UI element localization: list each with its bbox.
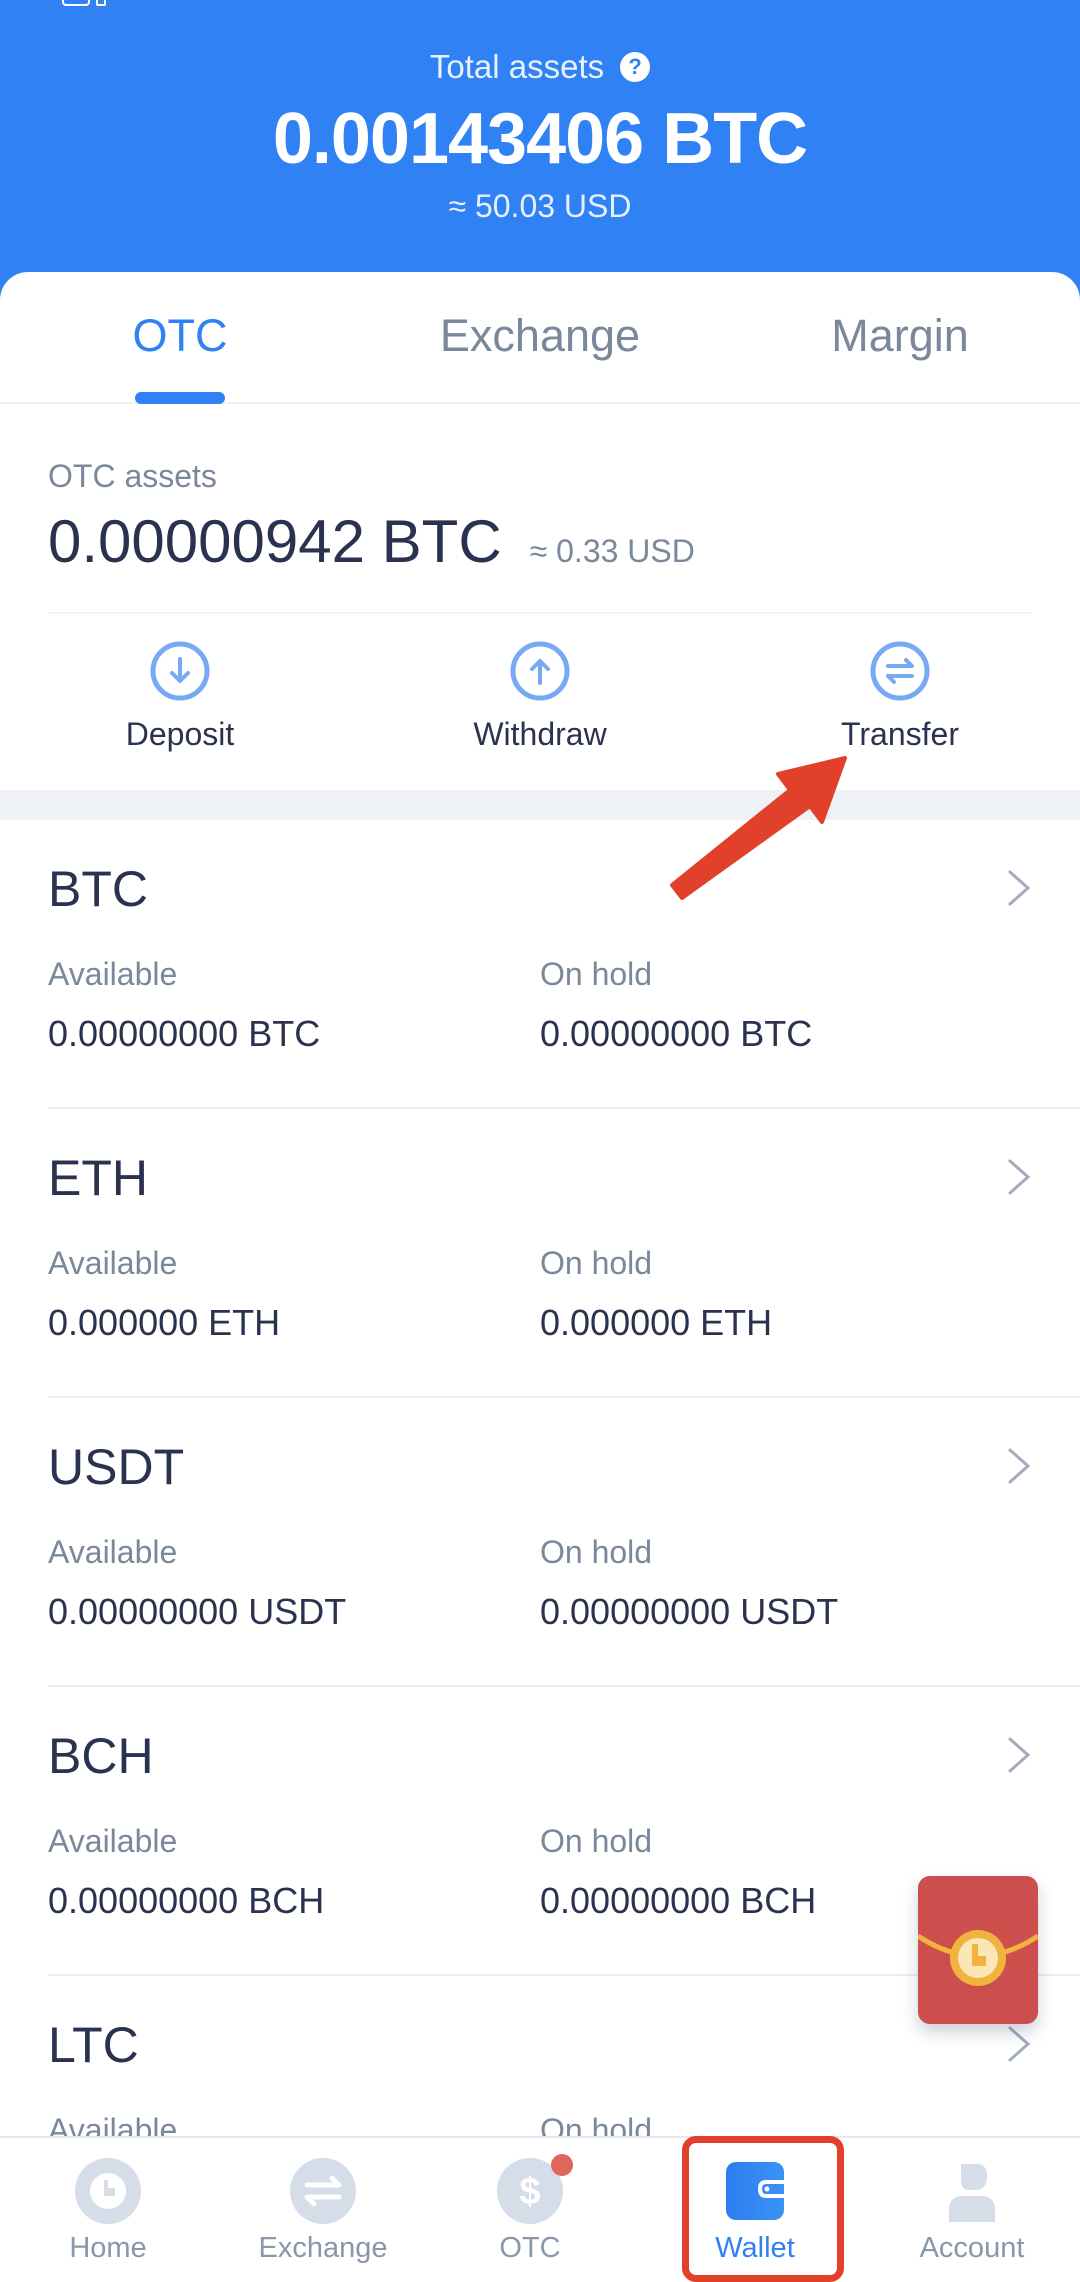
available-value: 0.00000000 BCH — [48, 1880, 325, 1921]
available-label: Available — [48, 1534, 178, 1570]
coin-name: ETH — [48, 1150, 148, 1206]
available-label: Available — [48, 1823, 178, 1859]
otc-assets-label: OTC assets — [48, 458, 217, 494]
available-label: Available — [48, 956, 178, 992]
nav-exchange-label: Exchange — [258, 2232, 388, 2264]
account-icon — [949, 2164, 995, 2222]
on-hold-label: On hold — [540, 956, 653, 992]
otc-assets-value: 0.00000942 BTC — [48, 508, 502, 575]
total-assets-label-row: Total assets ? — [0, 48, 1080, 86]
coin-name: BCH — [48, 1728, 154, 1784]
chevron-right-icon — [1008, 1159, 1031, 1195]
nav-home-label: Home — [69, 2232, 147, 2264]
active-tab-indicator — [135, 392, 225, 404]
nav-wallet[interactable]: Wallet — [655, 2158, 855, 2265]
dollar-icon: $ — [497, 2154, 573, 2224]
coin-list: BTC Available 0.00000000 BTC On hold 0.0… — [0, 820, 1080, 2265]
swap-circle-icon — [870, 641, 930, 701]
exchange-icon — [290, 2158, 356, 2224]
total-assets-usd: ≈ 50.03 USD — [448, 188, 632, 224]
transfer-label: Transfer — [841, 716, 959, 752]
total-assets-label: Total assets — [429, 48, 605, 85]
chevron-right-icon — [1008, 870, 1031, 906]
total-assets-btc: 0.00143406 BTC — [272, 99, 808, 179]
coin-name: USDT — [48, 1439, 185, 1495]
section-separator — [0, 790, 1080, 820]
on-hold-value: 0.00000000 USDT — [540, 1591, 839, 1632]
on-hold-label: On hold — [540, 1245, 653, 1281]
bottom-navigation: Home Exchange $ OTC Wallet Account — [0, 2136, 1080, 2282]
hd-status-icon — [62, 0, 108, 10]
withdraw-button[interactable]: Withdraw — [410, 640, 670, 753]
on-hold-value: 0.00000000 BCH — [540, 1880, 817, 1921]
on-hold-label: On hold — [540, 1823, 653, 1859]
deposit-button[interactable]: Deposit — [50, 640, 310, 753]
red-packet-button[interactable] — [918, 1876, 1038, 2024]
withdraw-label: Withdraw — [473, 716, 607, 752]
otc-assets-usd: ≈ 0.33 USD — [529, 533, 695, 569]
transfer-button[interactable]: Transfer — [770, 640, 1030, 753]
coin-row-eth[interactable]: ETH Available 0.000000 ETH On hold 0.000… — [48, 1109, 1080, 1398]
on-hold-value: 0.00000000 BTC — [540, 1013, 813, 1054]
coin-name: BTC — [48, 861, 148, 917]
nav-exchange[interactable]: Exchange — [223, 2158, 423, 2265]
coin-name: LTC — [48, 2017, 139, 2073]
wallet-icon — [726, 2162, 784, 2220]
chevron-right-icon — [1008, 1448, 1031, 1484]
available-label: Available — [48, 1245, 178, 1281]
available-value: 0.000000 ETH — [48, 1302, 281, 1343]
available-value: 0.00000000 USDT — [48, 1591, 347, 1632]
svg-text:$: $ — [519, 2171, 540, 2213]
tab-margin[interactable]: Margin — [750, 310, 1050, 362]
nav-home[interactable]: Home — [8, 2158, 208, 2265]
nav-account-label: Account — [919, 2232, 1025, 2264]
home-icon — [75, 2158, 141, 2224]
question-circle-icon[interactable]: ? — [620, 52, 651, 82]
nav-wallet-label: Wallet — [715, 2232, 795, 2264]
arrow-up-circle-icon — [510, 641, 570, 701]
coin-row-usdt[interactable]: USDT Available 0.00000000 USDT On hold 0… — [48, 1398, 1080, 1687]
available-value: 0.00000000 BTC — [48, 1013, 321, 1054]
chevron-right-icon — [1008, 1737, 1031, 1773]
divider — [48, 612, 1032, 614]
otc-assets-summary: OTC assets 0.00000942 BTC ≈ 0.33 USD — [48, 458, 1032, 576]
coin-row-btc[interactable]: BTC Available 0.00000000 BTC On hold 0.0… — [48, 820, 1080, 1109]
nav-otc-label: OTC — [499, 2232, 561, 2264]
on-hold-label: On hold — [540, 1534, 653, 1570]
account-type-tabs: OTC Exchange Margin — [0, 272, 1080, 404]
tab-exchange[interactable]: Exchange — [390, 310, 690, 362]
tab-otc[interactable]: OTC — [30, 310, 330, 362]
arrow-down-circle-icon — [150, 641, 210, 701]
nav-otc[interactable]: $ OTC — [430, 2154, 630, 2265]
wallet-header: Total assets ? 0.00143406 BTC ≈ 50.03 US… — [0, 0, 1080, 300]
asset-actions: Deposit Withdraw Transfer — [0, 640, 1080, 760]
deposit-label: Deposit — [125, 716, 235, 752]
nav-account[interactable]: Account — [872, 2158, 1072, 2265]
on-hold-value: 0.000000 ETH — [540, 1302, 773, 1343]
chevron-right-icon — [1008, 2026, 1031, 2062]
red-packet-icon — [918, 1930, 1038, 1986]
notification-badge — [551, 2154, 573, 2176]
